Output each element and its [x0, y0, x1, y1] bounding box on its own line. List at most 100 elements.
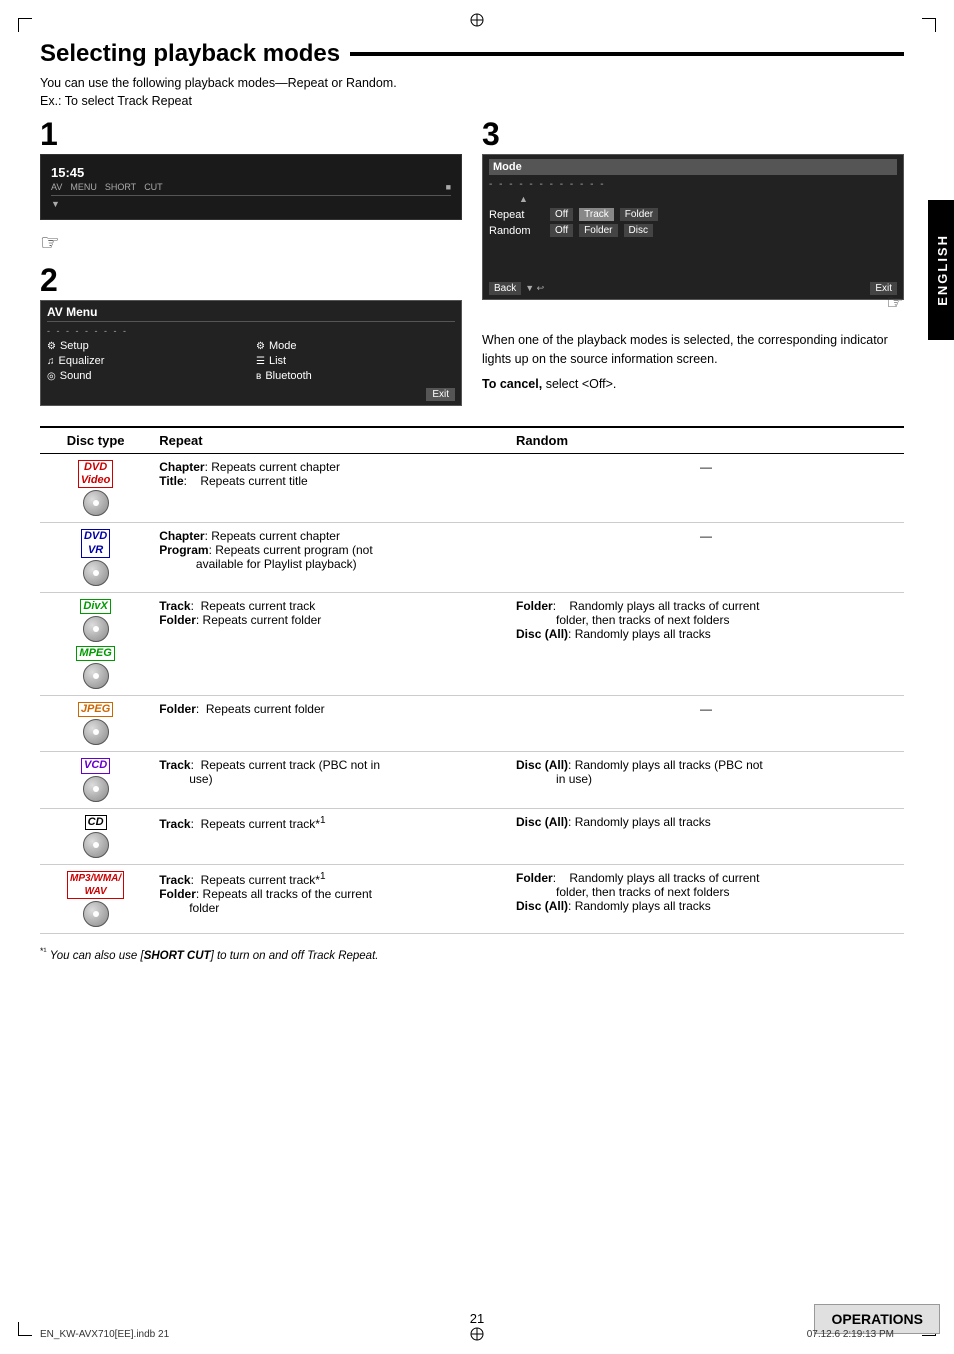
av-menu-sound: ◎ Sound [47, 370, 246, 382]
table-row: VCD Track: Repeats current track (PBC no… [40, 752, 904, 808]
vcd-label: VCD [81, 758, 110, 773]
random-dvd-vr: — [508, 523, 904, 592]
mode-random-off-btn[interactable]: Off [550, 224, 573, 237]
mpeg-label: MPEG [76, 646, 114, 661]
sound-icon: ◎ [47, 371, 56, 382]
english-tab: ENGLISH [928, 200, 954, 340]
corner-mark-tr [922, 18, 936, 32]
av-menu-screen: AV Menu - - - - - - - - - ⚙ Setup ⚙ Mode… [40, 300, 462, 406]
screen-dots: ▼ [51, 199, 451, 209]
jpeg-label: JPEG [78, 702, 113, 717]
main-content: Selecting playback modes You can use the… [40, 40, 904, 1294]
screen-time: 15:45 [51, 165, 84, 180]
mode-back-btn[interactable]: Back [489, 282, 521, 295]
footnote: *¹ You can also use [SHORT CUT] to turn … [40, 946, 904, 962]
cancel-value: select <Off>. [546, 377, 617, 391]
steps-row: 1 15:45 AV MENU SHORT CUT ■ ▼ [40, 118, 904, 406]
mode-random-disc-btn[interactable]: Disc [624, 224, 653, 237]
av-menu-mode-label: Mode [269, 340, 297, 352]
disc-type-divx-mpeg: DivX MPEG [40, 592, 151, 695]
col-repeat-header: Repeat [151, 427, 508, 454]
col-disc-header: Disc type [40, 427, 151, 454]
mode-random-row: Random Off Folder Disc [489, 224, 897, 237]
registration-mark-bottom [469, 1326, 485, 1342]
col-random-header: Random [508, 427, 904, 454]
av-menu-exit-row: Exit [47, 388, 455, 401]
av-menu-equalizer: ♫ Equalizer [47, 355, 246, 367]
table-row: CD Track: Repeats current track*1 Disc (… [40, 808, 904, 864]
random-jpeg: — [508, 696, 904, 752]
step3-number: 3 [482, 118, 904, 150]
playback-table: Disc type Repeat Random DVDVideo Chapter… [40, 426, 904, 934]
page-title-text: Selecting playback modes [40, 40, 340, 68]
divx-label: DivX [80, 599, 110, 614]
av-exit-button[interactable]: Exit [426, 388, 455, 401]
footer-left: EN_KW-AVX710[EE].indb 21 [40, 1329, 169, 1340]
mode-repeat-row: Repeat Off Track Folder [489, 208, 897, 221]
screen-short: SHORT [105, 182, 136, 192]
footnote-text: You can also use [SHORT CUT] to turn on … [50, 950, 379, 962]
mode-icon: ⚙ [256, 341, 265, 352]
steps-right: 3 Mode - - - - - - - - - - - - ▲ Repeat … [482, 118, 904, 406]
mode-random-folder-btn[interactable]: Folder [579, 224, 617, 237]
step1-screen: 15:45 AV MENU SHORT CUT ■ ▼ [40, 154, 462, 220]
repeat-cd: Track: Repeats current track*1 [151, 808, 508, 864]
table-row: DVDVideo Chapter: Repeats current chapte… [40, 454, 904, 523]
page-title-row: Selecting playback modes [40, 40, 904, 68]
repeat-dvd-vr: Chapter: Repeats current chapter Program… [151, 523, 508, 592]
screen-cut: CUT [144, 182, 163, 192]
av-menu-setup-label: Setup [60, 340, 89, 352]
table-row: MP3/WMA/WAV Track: Repeats current track… [40, 864, 904, 933]
footnote-mark: *¹ [40, 946, 47, 956]
av-menu-grid: ⚙ Setup ⚙ Mode ♫ Equalizer ☰ List [47, 340, 455, 382]
av-menu-list-label: List [269, 355, 286, 367]
repeat-vcd: Track: Repeats current track (PBC not in… [151, 752, 508, 808]
table-row: DVDVR Chapter: Repeats current chapter P… [40, 523, 904, 592]
english-label: ENGLISH [935, 234, 950, 306]
mode-off-btn[interactable]: Off [550, 208, 573, 221]
av-menu-sound-label: Sound [60, 370, 92, 382]
av-menu-equalizer-label: Equalizer [59, 355, 105, 367]
table-row: JPEG Folder: Repeats current folder — [40, 696, 904, 752]
screen-pause-icon: ■ [446, 182, 451, 192]
random-vcd: Disc (All): Randomly plays all tracks (P… [508, 752, 904, 808]
random-divx-mpeg: Folder: Randomly plays all tracks of cur… [508, 592, 904, 695]
av-menu-title: AV Menu [47, 305, 455, 322]
disc-type-vcd: VCD [40, 752, 151, 808]
setup-icon: ⚙ [47, 341, 56, 352]
corner-mark-bl [18, 1322, 32, 1336]
equalizer-icon: ♫ [47, 356, 55, 367]
screen-menu: MENU [70, 182, 97, 192]
description-text: When one of the playback modes is select… [482, 331, 904, 369]
av-menu-bluetooth: ʙ Bluetooth [256, 370, 455, 382]
repeat-dvd-video: Chapter: Repeats current chapter Title: … [151, 454, 508, 523]
av-menu-bluetooth-label: Bluetooth [265, 370, 311, 382]
random-mp3: Folder: Randomly plays all tracks of cur… [508, 864, 904, 933]
mode-arrow: ▲ [519, 194, 897, 204]
registration-mark-top [469, 12, 485, 28]
mode-track-btn[interactable]: Track [579, 208, 614, 221]
to-cancel: To cancel, select <Off>. [482, 377, 904, 391]
av-menu-dots: - - - - - - - - - [47, 326, 455, 336]
operations-label: OPERATIONS [831, 1311, 923, 1327]
av-menu-mode: ⚙ Mode [256, 340, 455, 352]
mp3-label: MP3/WMA/WAV [67, 871, 124, 899]
random-cd: Disc (All): Randomly plays all tracks [508, 808, 904, 864]
disc-type-dvd-video: DVDVideo [40, 454, 151, 523]
repeat-divx-mpeg: Track: Repeats current track Folder: Rep… [151, 592, 508, 695]
bluetooth-icon: ʙ [256, 371, 261, 382]
mode-folder-btn[interactable]: Folder [620, 208, 658, 221]
cd-label: CD [85, 815, 107, 830]
subtitle2: Ex.: To select Track Repeat [40, 94, 904, 108]
mode-back-arrow: ▼ ↩ [525, 283, 544, 294]
repeat-jpeg: Folder: Repeats current folder [151, 696, 508, 752]
list-icon: ☰ [256, 356, 265, 367]
table-row: DivX MPEG Track: Repeats current track F… [40, 592, 904, 695]
disc-type-jpeg: JPEG [40, 696, 151, 752]
corner-mark-tl [18, 18, 32, 32]
steps-left: 1 15:45 AV MENU SHORT CUT ■ ▼ [40, 118, 462, 406]
screen-av: AV [51, 182, 62, 192]
dvd-vr-label: DVDVR [81, 529, 110, 557]
page-number: 21 [470, 1311, 484, 1326]
step1-finger-icon: ☞ [40, 230, 462, 256]
